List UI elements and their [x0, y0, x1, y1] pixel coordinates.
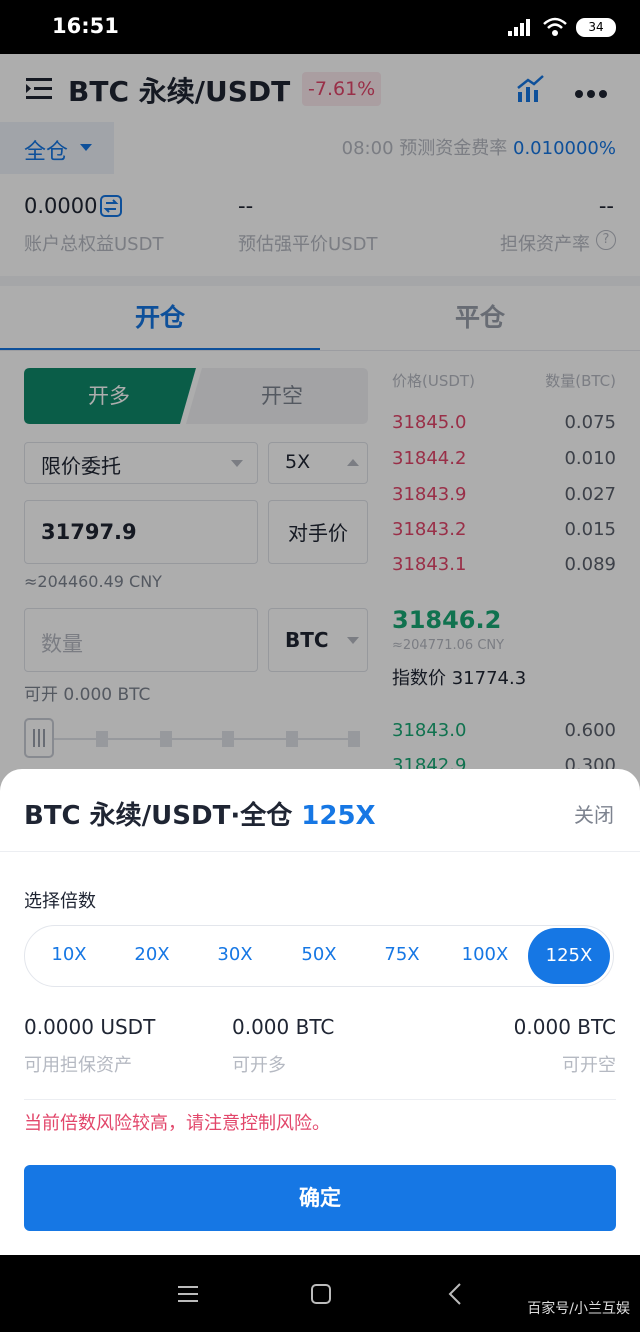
- max-short-value: 0.000 BTC: [513, 1015, 616, 1039]
- available-margin-value: 0.0000 USDT: [24, 1015, 156, 1039]
- max-long-label: 可开多: [232, 1055, 286, 1076]
- leverage-option-50x[interactable]: 50X: [283, 926, 355, 984]
- signal-icon: [508, 19, 530, 36]
- home-icon[interactable]: [311, 1284, 331, 1304]
- leverage-options: 10X 20X 30X 50X 75X 100X 125X: [24, 925, 614, 987]
- sheet-title-leverage: 125X: [301, 801, 376, 831]
- wifi-icon: [543, 17, 567, 36]
- status-time: 16:51: [52, 14, 119, 38]
- leverage-option-20x[interactable]: 20X: [116, 926, 188, 984]
- battery-level: 34: [588, 20, 604, 34]
- battery-icon: 34: [576, 18, 616, 37]
- risk-warning: 当前倍数风险较高，请注意控制风险。: [24, 1113, 330, 1134]
- select-leverage-label: 选择倍数: [24, 891, 96, 912]
- sheet-title-text: BTC 永续/USDT·全仓: [24, 801, 293, 831]
- max-short-label: 可开空: [562, 1055, 616, 1076]
- system-nav-bar: 百家号/小兰互娱: [0, 1255, 640, 1332]
- leverage-option-30x[interactable]: 30X: [199, 926, 271, 984]
- confirm-button[interactable]: 确定: [24, 1165, 616, 1231]
- leverage-option-75x[interactable]: 75X: [366, 926, 438, 984]
- leverage-sheet: BTC 永续/USDT·全仓 125X 关闭 选择倍数 10X 20X 30X …: [0, 769, 640, 1255]
- leverage-option-125x-selected[interactable]: 125X: [528, 928, 610, 984]
- watermark: 百家号/小兰互娱: [527, 1301, 630, 1317]
- leverage-option-100x[interactable]: 100X: [449, 926, 521, 984]
- sheet-divider: [24, 1099, 616, 1100]
- close-button[interactable]: 关闭: [574, 799, 614, 828]
- available-margin-label: 可用担保资产: [24, 1055, 132, 1076]
- max-long-value: 0.000 BTC: [232, 1015, 335, 1039]
- leverage-option-10x[interactable]: 10X: [33, 926, 105, 984]
- back-icon[interactable]: [448, 1283, 462, 1305]
- recent-apps-icon[interactable]: [178, 1285, 198, 1303]
- status-bar: 16:51 34: [0, 0, 640, 54]
- sheet-title: BTC 永续/USDT·全仓 125X: [24, 795, 376, 832]
- sheet-divider: [0, 851, 640, 852]
